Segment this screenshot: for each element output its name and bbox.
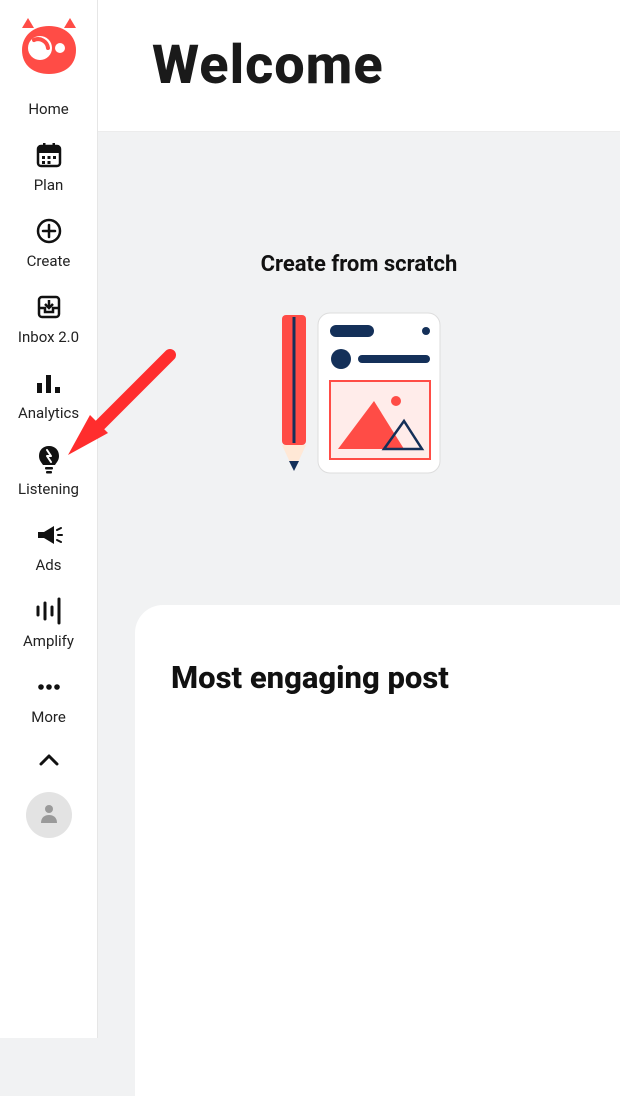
- chevron-up-icon: [37, 752, 61, 772]
- brand-logo[interactable]: [20, 18, 78, 80]
- sidebar-item-label: Create: [27, 252, 71, 270]
- sidebar-item-create[interactable]: Create: [0, 206, 97, 282]
- more-dots-icon: [35, 672, 63, 702]
- calendar-icon: [35, 140, 63, 170]
- section-heading: Most engaging post: [171, 659, 620, 696]
- sidebar-item-label: Listening: [18, 480, 79, 498]
- person-icon: [37, 801, 61, 829]
- create-post-illustration[interactable]: [274, 309, 444, 479]
- sidebar: Home Plan Create: [0, 0, 98, 1038]
- sidebar-item-label: More: [31, 708, 66, 726]
- sidebar-item-inbox[interactable]: Inbox 2.0: [0, 282, 97, 358]
- sidebar-item-amplify[interactable]: Amplify: [0, 586, 97, 662]
- sidebar-item-ads[interactable]: Ads: [0, 510, 97, 586]
- sidebar-item-label: Amplify: [23, 632, 74, 650]
- sidebar-item-label: Plan: [34, 176, 64, 194]
- sidebar-item-label: Inbox 2.0: [18, 328, 79, 346]
- bar-chart-icon: [34, 368, 64, 398]
- plus-circle-icon: [35, 216, 63, 246]
- megaphone-icon: [34, 520, 64, 550]
- engaging-post-panel: Most engaging post: [135, 605, 620, 1096]
- page-title: Welcome: [152, 34, 384, 97]
- page-header: Welcome: [98, 0, 620, 132]
- inbox-icon: [35, 292, 63, 322]
- lightbulb-icon: [36, 444, 62, 474]
- user-avatar[interactable]: [26, 792, 72, 838]
- collapse-button[interactable]: [0, 738, 97, 786]
- sidebar-item-plan[interactable]: Plan: [0, 130, 97, 206]
- sidebar-item-label: Ads: [36, 556, 62, 574]
- audio-bars-icon: [34, 596, 64, 626]
- sidebar-item-label: Analytics: [18, 404, 79, 422]
- sidebar-item-label: Home: [28, 100, 68, 118]
- create-from-scratch-heading: Create from scratch: [261, 252, 458, 277]
- sidebar-item-analytics[interactable]: Analytics: [0, 358, 97, 434]
- sidebar-item-more[interactable]: More: [0, 662, 97, 738]
- sidebar-item-listening[interactable]: Listening: [0, 434, 97, 510]
- sidebar-item-home[interactable]: Home: [0, 90, 97, 130]
